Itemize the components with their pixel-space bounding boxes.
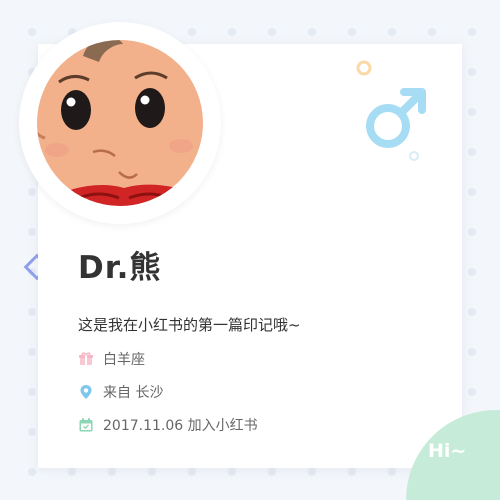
location-text: 来自 长沙 [103,385,164,401]
join-date-row: 2017.11.06 加入小红书 [78,415,258,435]
profile-name: Dr.熊 [78,250,162,286]
ring-decoration-icon [356,60,372,76]
cartoon-baby-avatar [35,38,205,208]
location-row: 来自 长沙 [78,382,163,402]
gift-icon [79,352,93,365]
join-date-text: 2017.11.06 加入小红书 [103,418,258,434]
location-pin-icon [80,385,92,399]
avatar[interactable] [19,22,221,224]
calendar-icon [79,418,93,432]
zodiac-text: 白羊座 [103,352,145,368]
hi-badge-text: Hi~ [428,440,467,462]
zodiac-row: 白羊座 [78,349,145,369]
profile-bio: 这是我在小红书的第一篇印记哦~ [78,316,301,334]
male-symbol-icon [366,88,426,148]
